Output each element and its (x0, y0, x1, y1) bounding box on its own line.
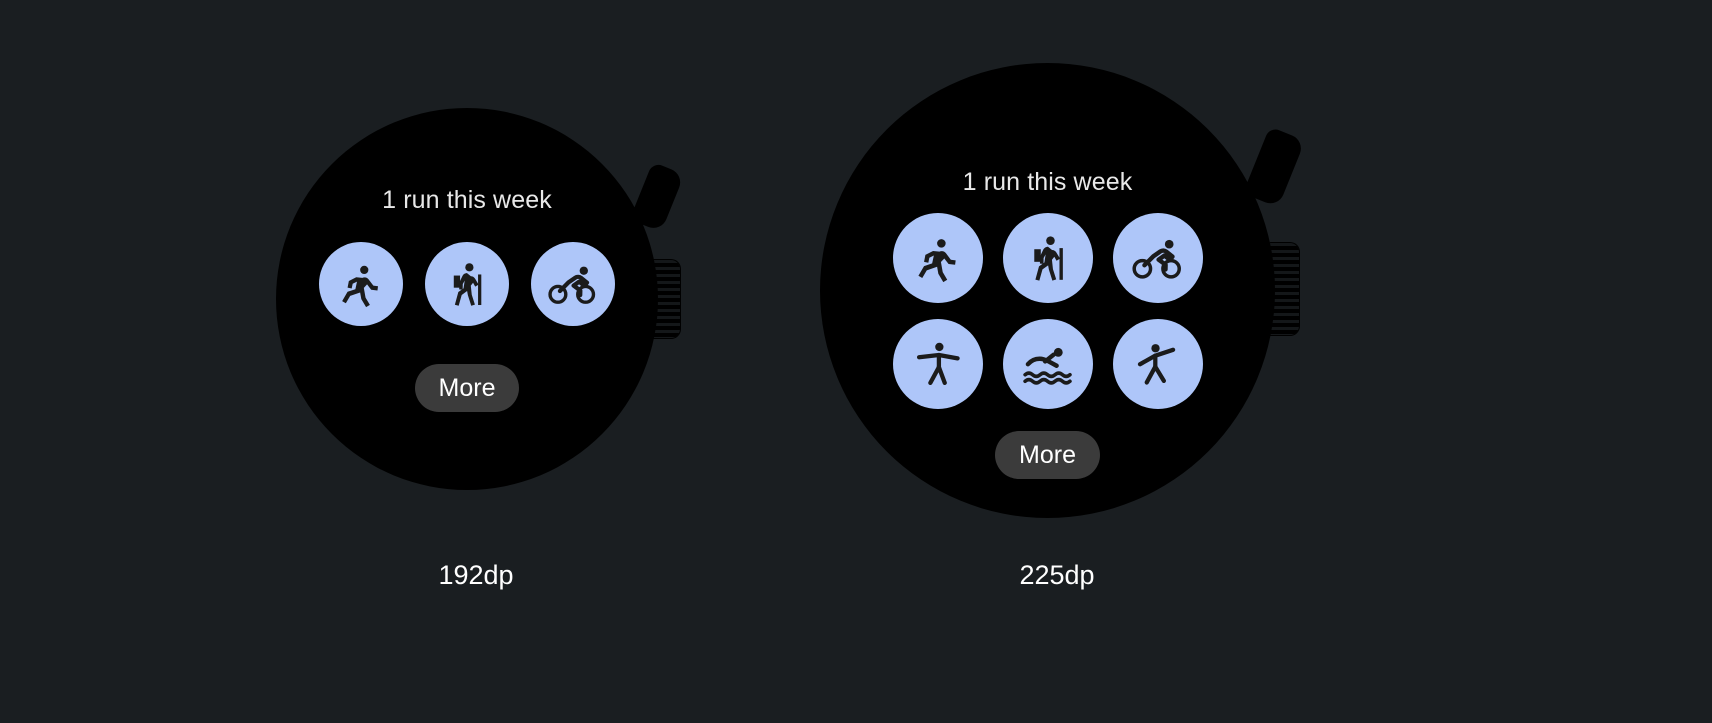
activity-grid (892, 213, 1203, 409)
activity-chip-hiking[interactable] (425, 242, 509, 326)
running-icon (335, 258, 387, 310)
cycling-icon (546, 257, 600, 311)
screen-title: 1 run this week (962, 168, 1133, 196)
watch-body: 1 run this week More (276, 108, 658, 490)
activity-grid (319, 242, 615, 326)
hiking-icon (1021, 231, 1075, 285)
activity-chip-stretching[interactable] (892, 319, 983, 409)
watch-screen-192dp: 1 run this week More (276, 108, 658, 490)
more-button[interactable]: More (414, 364, 520, 412)
caption-225dp: 225dp (1019, 560, 1095, 590)
activity-chip-running[interactable] (319, 242, 403, 326)
running-icon (911, 231, 965, 285)
yoga-icon (1131, 337, 1185, 391)
watch-body: 1 run this week More (820, 63, 1275, 518)
activity-chip-cycling[interactable] (1112, 213, 1203, 303)
watch-screen-225dp: 1 run this week More (820, 63, 1275, 518)
cycling-icon (1130, 230, 1186, 286)
hiking-icon (441, 258, 493, 310)
activity-chip-swimming[interactable] (1002, 319, 1093, 409)
watch-device-225dp: 1 run this week More (820, 63, 1306, 518)
more-button[interactable]: More (995, 431, 1100, 479)
activity-chip-hiking[interactable] (1002, 213, 1093, 303)
watch-device-192dp: 1 run this week More (276, 108, 685, 490)
activity-chip-running[interactable] (892, 213, 983, 303)
activity-chip-cycling[interactable] (531, 242, 615, 326)
screen-title: 1 run this week (382, 186, 552, 214)
swimming-icon (1020, 336, 1076, 392)
activity-chip-yoga[interactable] (1112, 319, 1203, 409)
canvas-background: 1 run this week More 192dp 1 run this we… (0, 0, 1712, 723)
stretching-icon (911, 337, 965, 391)
caption-192dp: 192dp (438, 560, 514, 590)
